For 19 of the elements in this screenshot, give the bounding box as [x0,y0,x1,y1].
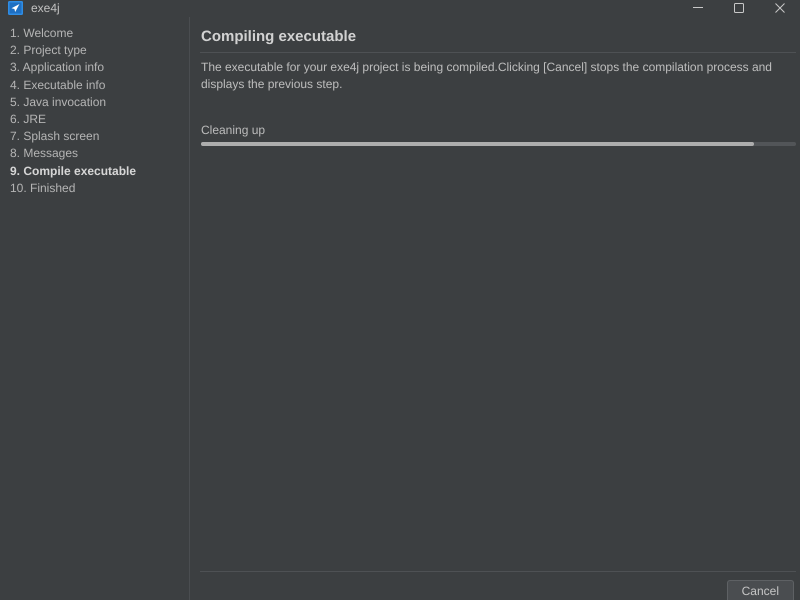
sidebar-step[interactable]: 6. JRE [0,110,46,128]
description-text: The executable for your exe4j project is being compiled.Clicking [Cancel] stops the compilation process and displays the previous step. [200,59,773,93]
progress-label: Cleaning up [200,123,266,138]
sidebar-step[interactable]: 3. Application info [0,59,104,77]
sidebar-step[interactable]: 1. Welcome [0,25,74,42]
close-icon [774,2,784,12]
sidebar-step[interactable]: 7. Splash screen [0,128,100,146]
minimize-icon [692,7,702,8]
sidebar-step[interactable]: 10. Finished [0,180,76,197]
maximize-icon [734,2,744,12]
paper-plane-icon [8,0,23,14]
cancel-button[interactable]: Cancel [726,580,794,600]
window-title: exe4j [31,0,60,14]
sidebar-step[interactable]: 4. Executable info [0,76,106,94]
page-heading: Compiling executable [200,27,356,47]
sidebar-step[interactable]: 8. Messages [0,145,78,162]
sidebar-step[interactable]: 9. Compile executable [0,162,136,180]
sidebar-step[interactable]: 5. Java invocation [0,94,106,111]
sidebar-step[interactable]: 2. Project type [0,42,87,60]
